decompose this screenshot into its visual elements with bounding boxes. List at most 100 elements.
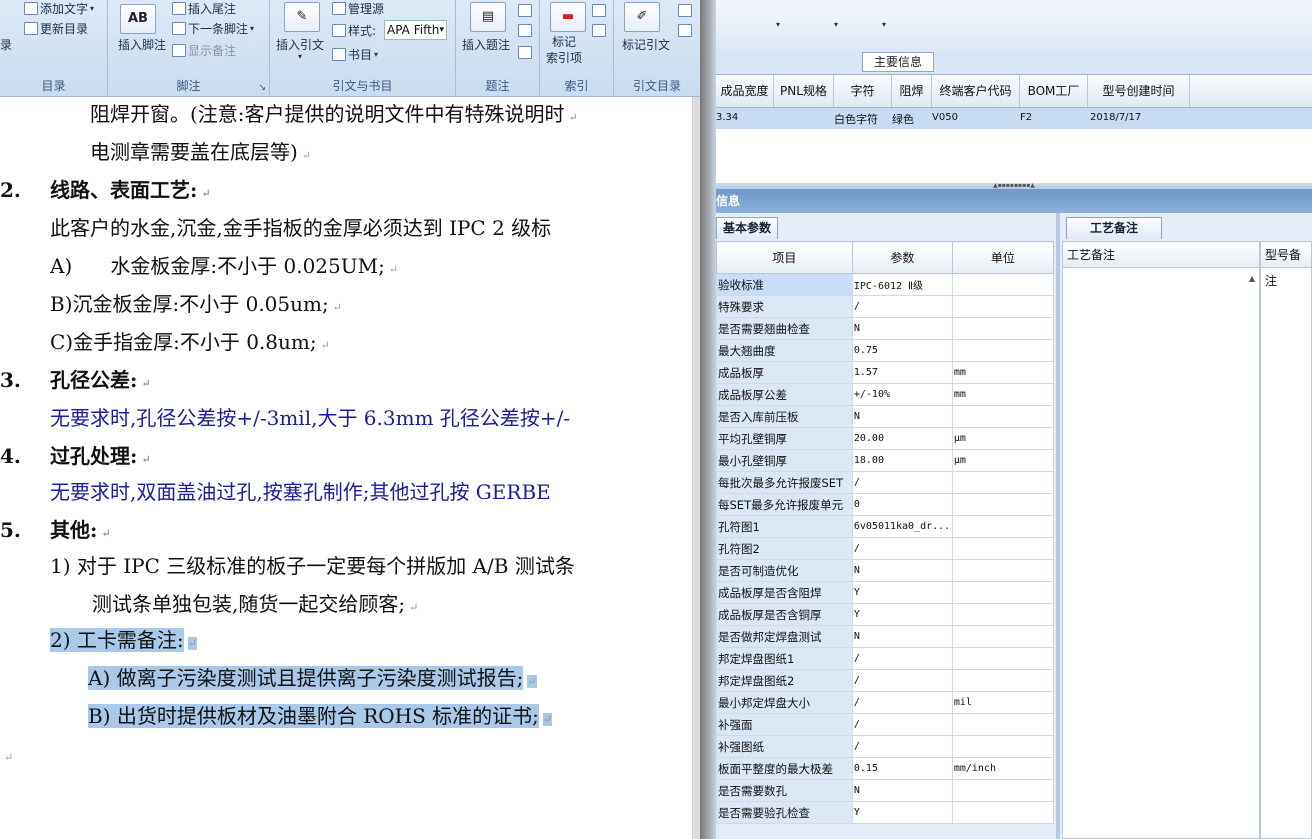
param-value-cell[interactable]: 0.75 [851, 339, 953, 362]
chevron-down-icon[interactable]: ▾ [882, 20, 886, 29]
insert-footnote-button[interactable]: 插入脚注 [118, 36, 166, 53]
table-row[interactable]: 最小邦定焊盘大小 / mil [716, 691, 1055, 714]
column-header[interactable]: 终端客户代码 [932, 75, 1020, 107]
param-value-cell[interactable]: 20.00 [851, 427, 953, 450]
update-index-icon[interactable] [592, 24, 606, 37]
insert-citation-button[interactable]: 插入引文 [276, 36, 324, 53]
mark-citation-button[interactable]: 标记引文 [622, 36, 670, 53]
param-value-cell[interactable]: 0.15 [851, 757, 953, 780]
chevron-down-icon[interactable]: ▾ [776, 20, 780, 29]
table-row[interactable]: 成品板厚是否含阻焊 Y [716, 581, 1055, 604]
column-header[interactable]: 阻焊 [892, 75, 932, 107]
style-dropdown[interactable]: APA Fifth ▾ [384, 20, 447, 40]
param-value-cell[interactable]: / [851, 669, 953, 692]
insert-caption-button[interactable]: 插入题注 [462, 36, 510, 53]
insert-caption-icon[interactable]: ▤ [470, 2, 506, 32]
main-info-tab[interactable]: 主要信息 [862, 52, 934, 72]
table-row[interactable]: 是否需要数孔 N [716, 779, 1055, 802]
param-value-cell[interactable]: / [851, 713, 953, 736]
column-header[interactable]: 参数 [851, 241, 953, 274]
param-value-cell[interactable]: / [851, 691, 953, 714]
param-value-cell[interactable]: N [851, 625, 953, 648]
table-row[interactable]: 成品板厚是否含铜厚 Y [716, 603, 1055, 626]
tab-process-notes[interactable]: 工艺备注 [1066, 217, 1162, 239]
column-header[interactable]: BOM工厂 [1020, 75, 1088, 107]
param-value-cell[interactable]: N [851, 559, 953, 582]
param-value-cell[interactable]: 6v05011ka0_dr... [851, 515, 953, 538]
column-header[interactable]: 型号创建时间 [1088, 75, 1190, 107]
mark-entry-icon[interactable]: ▬ [550, 2, 586, 32]
add-text-button[interactable]: 添加文字 ▾ [24, 0, 94, 17]
table-row[interactable]: 邦定焊盘图纸2/ [716, 669, 1055, 692]
param-value-cell[interactable]: 18.00 [851, 449, 953, 472]
param-value-cell[interactable]: Y [851, 581, 953, 604]
model-note-area[interactable]: 型号备注 [1260, 241, 1312, 839]
insert-citation-icon[interactable]: ✎ [284, 2, 320, 32]
table-row[interactable]: 补强面 / [716, 713, 1055, 736]
table-row[interactable]: 是否可制造优化 N [716, 559, 1055, 582]
param-value-cell[interactable]: 0 [851, 493, 953, 516]
next-footnote-button[interactable]: 下一条脚注 ▾ [172, 20, 254, 37]
document-scrollbar[interactable] [692, 97, 700, 839]
table-row[interactable]: 是否需要翘曲检查 N [716, 317, 1055, 340]
insert-endnote-button[interactable]: 插入尾注 [172, 0, 236, 17]
param-value-cell[interactable]: +/-10% [851, 383, 953, 406]
table-row[interactable]: 平均孔壁铜厚 20.00 μm [716, 427, 1055, 450]
param-value-cell[interactable]: / [851, 537, 953, 560]
update-toc-button[interactable]: 更新目录 [24, 20, 88, 37]
process-note-area[interactable]: 工艺备注 ▲ [1062, 241, 1260, 839]
table-row[interactable]: 是否入库前压板 N [716, 405, 1055, 428]
update-table-icon[interactable] [518, 24, 532, 37]
column-header[interactable]: 项目 [716, 241, 853, 274]
param-value-cell[interactable]: / [851, 471, 953, 494]
table-row-selected[interactable]: 3.34 白色字符 绿色 V050 F2 2018/7/17 [716, 108, 1312, 129]
table-row[interactable]: 邦定焊盘图纸1/ [716, 647, 1055, 670]
insert-toa-icon[interactable] [678, 4, 692, 17]
param-value-cell[interactable]: Y [851, 801, 953, 824]
column-header[interactable]: PNL规格 [774, 75, 834, 107]
table-row[interactable]: 是否需要验孔检查 Y [716, 801, 1055, 824]
scroll-up-icon[interactable]: ▲ [1249, 274, 1255, 283]
param-value-cell[interactable]: IPC-6012 Ⅱ级 [851, 273, 953, 296]
column-header[interactable]: 单位 [951, 241, 1055, 274]
param-value-cell[interactable]: / [851, 735, 953, 758]
table-row[interactable]: 特殊要求 / [716, 295, 1055, 318]
table-row[interactable]: 是否做邦定焊盘测试 N [716, 625, 1055, 648]
table-row[interactable]: 成品板厚公差 +/-10% mm [716, 383, 1055, 406]
update-toa-icon[interactable] [678, 24, 692, 37]
param-value-cell[interactable]: / [851, 647, 953, 670]
table-row[interactable]: 补强图纸 / [716, 735, 1055, 758]
table-row[interactable]: 验收标准 IPC-6012 Ⅱ级 [716, 273, 1055, 296]
insert-footnote-icon[interactable]: AB [120, 4, 156, 34]
insert-index-icon[interactable] [592, 4, 606, 17]
bibliography-button[interactable]: 书目 ▾ [332, 46, 378, 63]
tab-basic-params[interactable]: 基本参数 [716, 217, 778, 239]
chevron-down-icon[interactable]: ▾ [298, 52, 302, 61]
insert-table-of-figures-icon[interactable] [518, 4, 532, 17]
table-row[interactable]: 每SET最多允许报废单元 0 [716, 493, 1055, 516]
cross-reference-icon[interactable] [518, 46, 532, 59]
show-notes-button[interactable]: 显示备注 [172, 42, 236, 59]
param-value-cell[interactable]: / [851, 295, 953, 318]
mark-citation-icon[interactable]: ✐ [624, 2, 660, 32]
manage-sources-button[interactable]: 管理源 [332, 0, 384, 17]
table-row[interactable]: 板面平整度的最大极差 0.15 mm/inch [716, 757, 1055, 780]
param-value-cell[interactable]: Y [851, 603, 953, 626]
table-row[interactable]: 每批次最多允许报废SET / [716, 471, 1055, 494]
dialog-launcher-icon[interactable]: ↘ [258, 83, 266, 93]
chevron-down-icon[interactable]: ▾ [834, 20, 838, 29]
param-value-cell[interactable]: 1.57 [851, 361, 953, 384]
param-value-cell[interactable]: N [851, 779, 953, 802]
table-row[interactable]: 最小孔壁铜厚 18.00 μm [716, 449, 1055, 472]
mark-entry-button[interactable]: 标记 索引项 [546, 34, 582, 66]
table-row[interactable]: 成品板厚 1.57 mm [716, 361, 1055, 384]
toc-button-partial[interactable]: 录 [0, 36, 12, 53]
table-row[interactable]: 孔符图1 6v05011ka0_dr... [716, 515, 1055, 538]
column-header[interactable]: 成品宽度 [716, 75, 774, 107]
column-header[interactable]: 字符 [834, 75, 892, 107]
document-body[interactable]: 阻焊开窗。(注意:客户提供的说明文件中有特殊说明时 ↵ 电测章需要盖在底层等) ↵ … [0, 97, 692, 839]
table-row[interactable]: 最大翘曲度 0.75 [716, 339, 1055, 362]
param-value-cell[interactable]: N [851, 405, 953, 428]
table-row[interactable]: 孔符图2/ [716, 537, 1055, 560]
param-value-cell[interactable]: N [851, 317, 953, 340]
